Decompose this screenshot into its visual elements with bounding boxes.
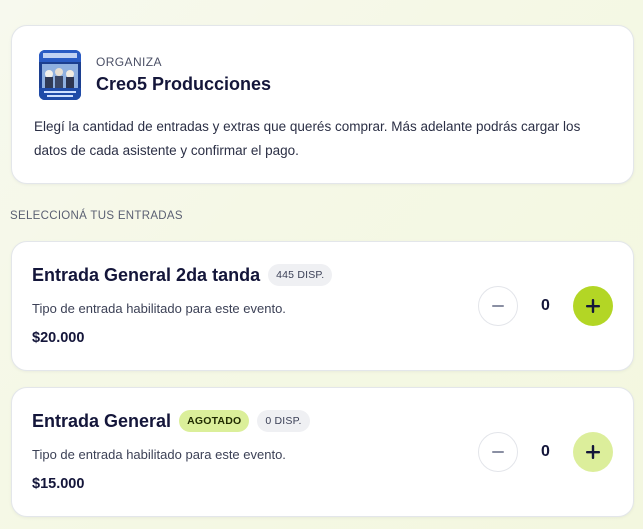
ticket-description: Tipo de entrada habilitado para este eve… <box>32 447 286 462</box>
organizer-label: ORGANIZA <box>96 55 162 69</box>
ticket-card: Entrada General AGOTADO 0 DISP. Tipo de … <box>11 387 634 517</box>
increase-button[interactable] <box>573 286 613 326</box>
organizer-card: ORGANIZA Creo5 Producciones Elegí la can… <box>11 25 634 184</box>
minus-icon <box>492 305 504 307</box>
ticket-card: Entrada General 2da tanda 445 DISP. Tipo… <box>11 241 634 371</box>
ticket-price: $20.000 <box>32 330 85 346</box>
ticket-price: $15.000 <box>32 476 85 492</box>
quantity-value: 0 <box>541 297 550 314</box>
organizer-description: Elegí la cantidad de entradas y extras q… <box>34 119 581 158</box>
plus-icon <box>586 299 600 313</box>
ticket-name: Entrada General 2da tanda <box>32 264 261 285</box>
minus-icon <box>492 451 504 453</box>
ticket-header: Entrada General AGOTADO 0 DISP. <box>32 410 310 432</box>
ticket-header: Entrada General 2da tanda 445 DISP. <box>32 264 333 286</box>
increase-button[interactable] <box>573 432 613 472</box>
availability-badge: 0 DISP. <box>257 410 310 432</box>
plus-icon <box>586 445 600 459</box>
availability-badge: 445 DISP. <box>268 264 333 286</box>
ticket-name: Entrada General <box>32 410 172 431</box>
section-title: SELECCIONÁ TUS ENTRADAS <box>10 210 183 222</box>
decrease-button[interactable] <box>478 432 518 472</box>
organizer-name: Creo5 Producciones <box>96 74 272 94</box>
organizer-avatar <box>39 50 81 100</box>
decrease-button[interactable] <box>478 286 518 326</box>
quantity-stepper: 0 <box>478 432 613 472</box>
ticket-description: Tipo de entrada habilitado para este eve… <box>32 301 286 316</box>
soldout-badge: AGOTADO <box>179 410 250 432</box>
quantity-value: 0 <box>541 443 550 460</box>
quantity-stepper: 0 <box>478 286 613 326</box>
